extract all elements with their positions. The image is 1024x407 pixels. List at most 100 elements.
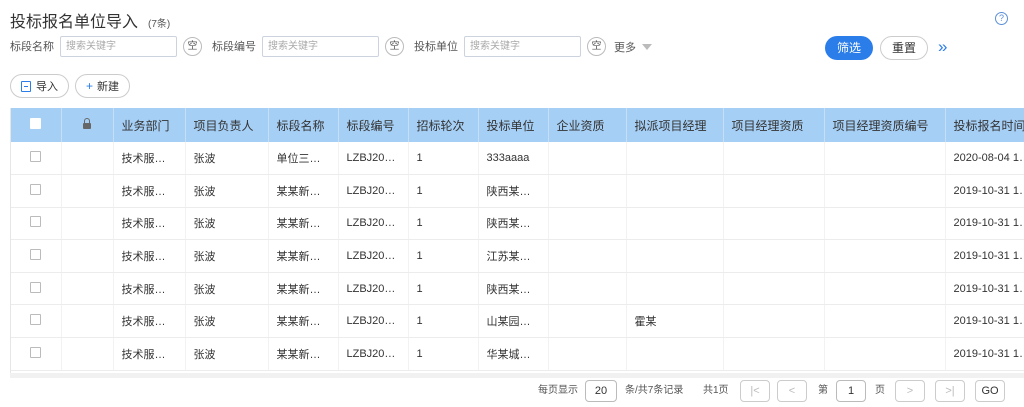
page-suffix-label: 页	[875, 385, 885, 396]
filter-button[interactable]: 筛选	[825, 36, 873, 60]
table-row[interactable]: 技术服… 张波 某某新… LZBJ20… 1 陕西某… 2019-10-31 1…	[11, 272, 1024, 306]
table-cell: 技术服…	[113, 239, 186, 273]
expand-filters-icon[interactable]: »	[938, 37, 948, 57]
filter-bid-unit: 投标单位 空	[414, 35, 606, 57]
lock-column-header	[61, 108, 114, 142]
table-cell: 1	[408, 239, 479, 273]
horizontal-scrollbar[interactable]	[10, 373, 1024, 378]
row-checkbox[interactable]	[30, 151, 41, 163]
total-pages-label: 共1页	[703, 385, 729, 396]
column-header-manager-qualification[interactable]: 项目经理资质	[723, 108, 825, 142]
table-cell: 333aaaa	[478, 142, 549, 176]
table-row[interactable]: 技术服… 张波 某某新… LZBJ20… 1 华某城… 2019-10-31 1…	[11, 337, 1024, 371]
row-lock-cell	[61, 272, 114, 306]
table-cell: 张波	[185, 239, 269, 273]
clear-section-name-button[interactable]: 空	[183, 36, 202, 56]
column-header-project-lead[interactable]: 项目负责人	[185, 108, 269, 142]
table-cell: LZBJ20…	[338, 272, 409, 306]
filter-section-name: 标段名称 空	[10, 35, 202, 57]
row-checkbox[interactable]	[30, 281, 41, 293]
table-cell: 张波	[185, 142, 269, 176]
table-cell	[824, 142, 946, 176]
column-header-department[interactable]: 业务部门	[113, 108, 186, 142]
column-header-proposed-manager[interactable]: 拟派项目经理	[626, 108, 724, 142]
table-row[interactable]: 技术服… 张波 某某新… LZBJ20… 1 陕西某… 2019-10-31 1…	[11, 174, 1024, 208]
table-cell: 技术服…	[113, 272, 186, 306]
table-cell	[824, 239, 946, 273]
import-icon	[21, 80, 31, 92]
column-header-tender-round[interactable]: 招标轮次	[408, 108, 479, 142]
column-header-bid-unit[interactable]: 投标单位	[478, 108, 549, 142]
filter-label-bid-unit: 投标单位	[414, 41, 458, 53]
table-cell: 技术服…	[113, 207, 186, 241]
table-cell: 江苏某…	[478, 239, 549, 273]
plus-icon: +	[86, 79, 94, 93]
table-cell	[626, 207, 724, 241]
first-page-icon[interactable]: |<	[740, 380, 770, 402]
table-row[interactable]: 技术服… 张波 某某新… LZBJ20… 1 陕西某… 2019-10-31 1…	[11, 207, 1024, 241]
column-header-registration-time[interactable]: 投标报名时间	[945, 108, 1024, 142]
table-cell: 陕西某…	[478, 272, 549, 306]
row-lock-cell	[61, 304, 114, 339]
row-checkbox[interactable]	[30, 249, 41, 261]
table-cell	[626, 142, 724, 176]
table-cell	[723, 142, 825, 176]
table-cell: 2019-10-31 1…	[945, 272, 1024, 306]
table-cell: 2019-10-31 1…	[945, 174, 1024, 208]
table-row[interactable]: 技术服… 张波 某某新… LZBJ20… 1 江苏某… 2019-10-31 1…	[11, 239, 1024, 273]
select-all-checkbox[interactable]	[30, 118, 41, 129]
row-select-cell	[11, 142, 62, 176]
table-cell: 1	[408, 174, 479, 208]
row-checkbox[interactable]	[30, 216, 41, 228]
filter-label-section-code: 标段编号	[212, 41, 256, 53]
import-button[interactable]: 导入	[10, 74, 69, 98]
row-checkbox[interactable]	[30, 346, 41, 358]
table-cell: 技术服…	[113, 142, 186, 176]
per-page-select[interactable]: 20	[585, 380, 617, 402]
table-cell: LZBJ20…	[338, 239, 409, 273]
page-number-input[interactable]: 1	[836, 380, 866, 402]
column-header-company-qualification[interactable]: 企业资质	[548, 108, 627, 142]
table-cell	[548, 272, 627, 306]
column-header-manager-qualification-number[interactable]: 项目经理资质编号	[824, 108, 946, 142]
help-icon[interactable]: ?	[995, 12, 1008, 25]
new-button[interactable]: + 新建	[75, 74, 131, 98]
table-cell: 1	[408, 337, 479, 371]
table-cell: 技术服…	[113, 337, 186, 371]
table-cell	[548, 239, 627, 273]
table-cell	[548, 304, 627, 339]
next-page-icon[interactable]: >	[895, 380, 925, 402]
bid-unit-search-input[interactable]	[464, 35, 581, 57]
more-filters-label: 更多	[614, 42, 636, 54]
prev-page-icon[interactable]: <	[777, 380, 807, 402]
table-row[interactable]: 技术服… 张波 单位三… LZBJ20… 1 333aaaa 2020-08-04 1…	[11, 142, 1024, 176]
go-button[interactable]: GO	[975, 380, 1005, 402]
table-cell: LZBJ20…	[338, 304, 409, 339]
page-header: 投标报名单位导入 (7条)	[10, 8, 170, 32]
section-code-search-input[interactable]	[262, 35, 379, 57]
row-select-cell	[11, 304, 62, 339]
reset-button[interactable]: 重置	[880, 36, 928, 60]
clear-section-code-button[interactable]: 空	[385, 36, 404, 56]
more-filters-toggle[interactable]: 更多	[614, 39, 652, 55]
column-header-section-name[interactable]: 标段名称	[268, 108, 339, 142]
data-table: 业务部门 项目负责人 标段名称 标段编号 招标轮次 投标单位 企业资质 拟派项目…	[10, 108, 1024, 373]
table-row[interactable]: 技术服… 张波 某某新… LZBJ20… 1 山某园… 霍某 2019-10-31 1…	[11, 304, 1024, 339]
row-select-cell	[11, 337, 62, 371]
row-lock-cell	[61, 174, 114, 208]
column-header-section-code[interactable]: 标段编号	[338, 108, 409, 142]
table-cell: 2019-10-31 1…	[945, 337, 1024, 371]
table-cell: 某某新…	[268, 337, 339, 371]
table-cell: 2019-10-31 1…	[945, 207, 1024, 241]
row-checkbox[interactable]	[30, 314, 41, 326]
clear-bid-unit-button[interactable]: 空	[587, 36, 606, 56]
table-cell: 某某新…	[268, 239, 339, 273]
last-page-icon[interactable]: >|	[935, 380, 965, 402]
table-cell	[723, 272, 825, 306]
row-checkbox[interactable]	[30, 183, 41, 195]
table-cell	[626, 272, 724, 306]
section-name-search-input[interactable]	[60, 35, 177, 57]
table-cell: LZBJ20…	[338, 174, 409, 208]
select-all-cell	[11, 108, 62, 142]
table-cell	[824, 207, 946, 241]
